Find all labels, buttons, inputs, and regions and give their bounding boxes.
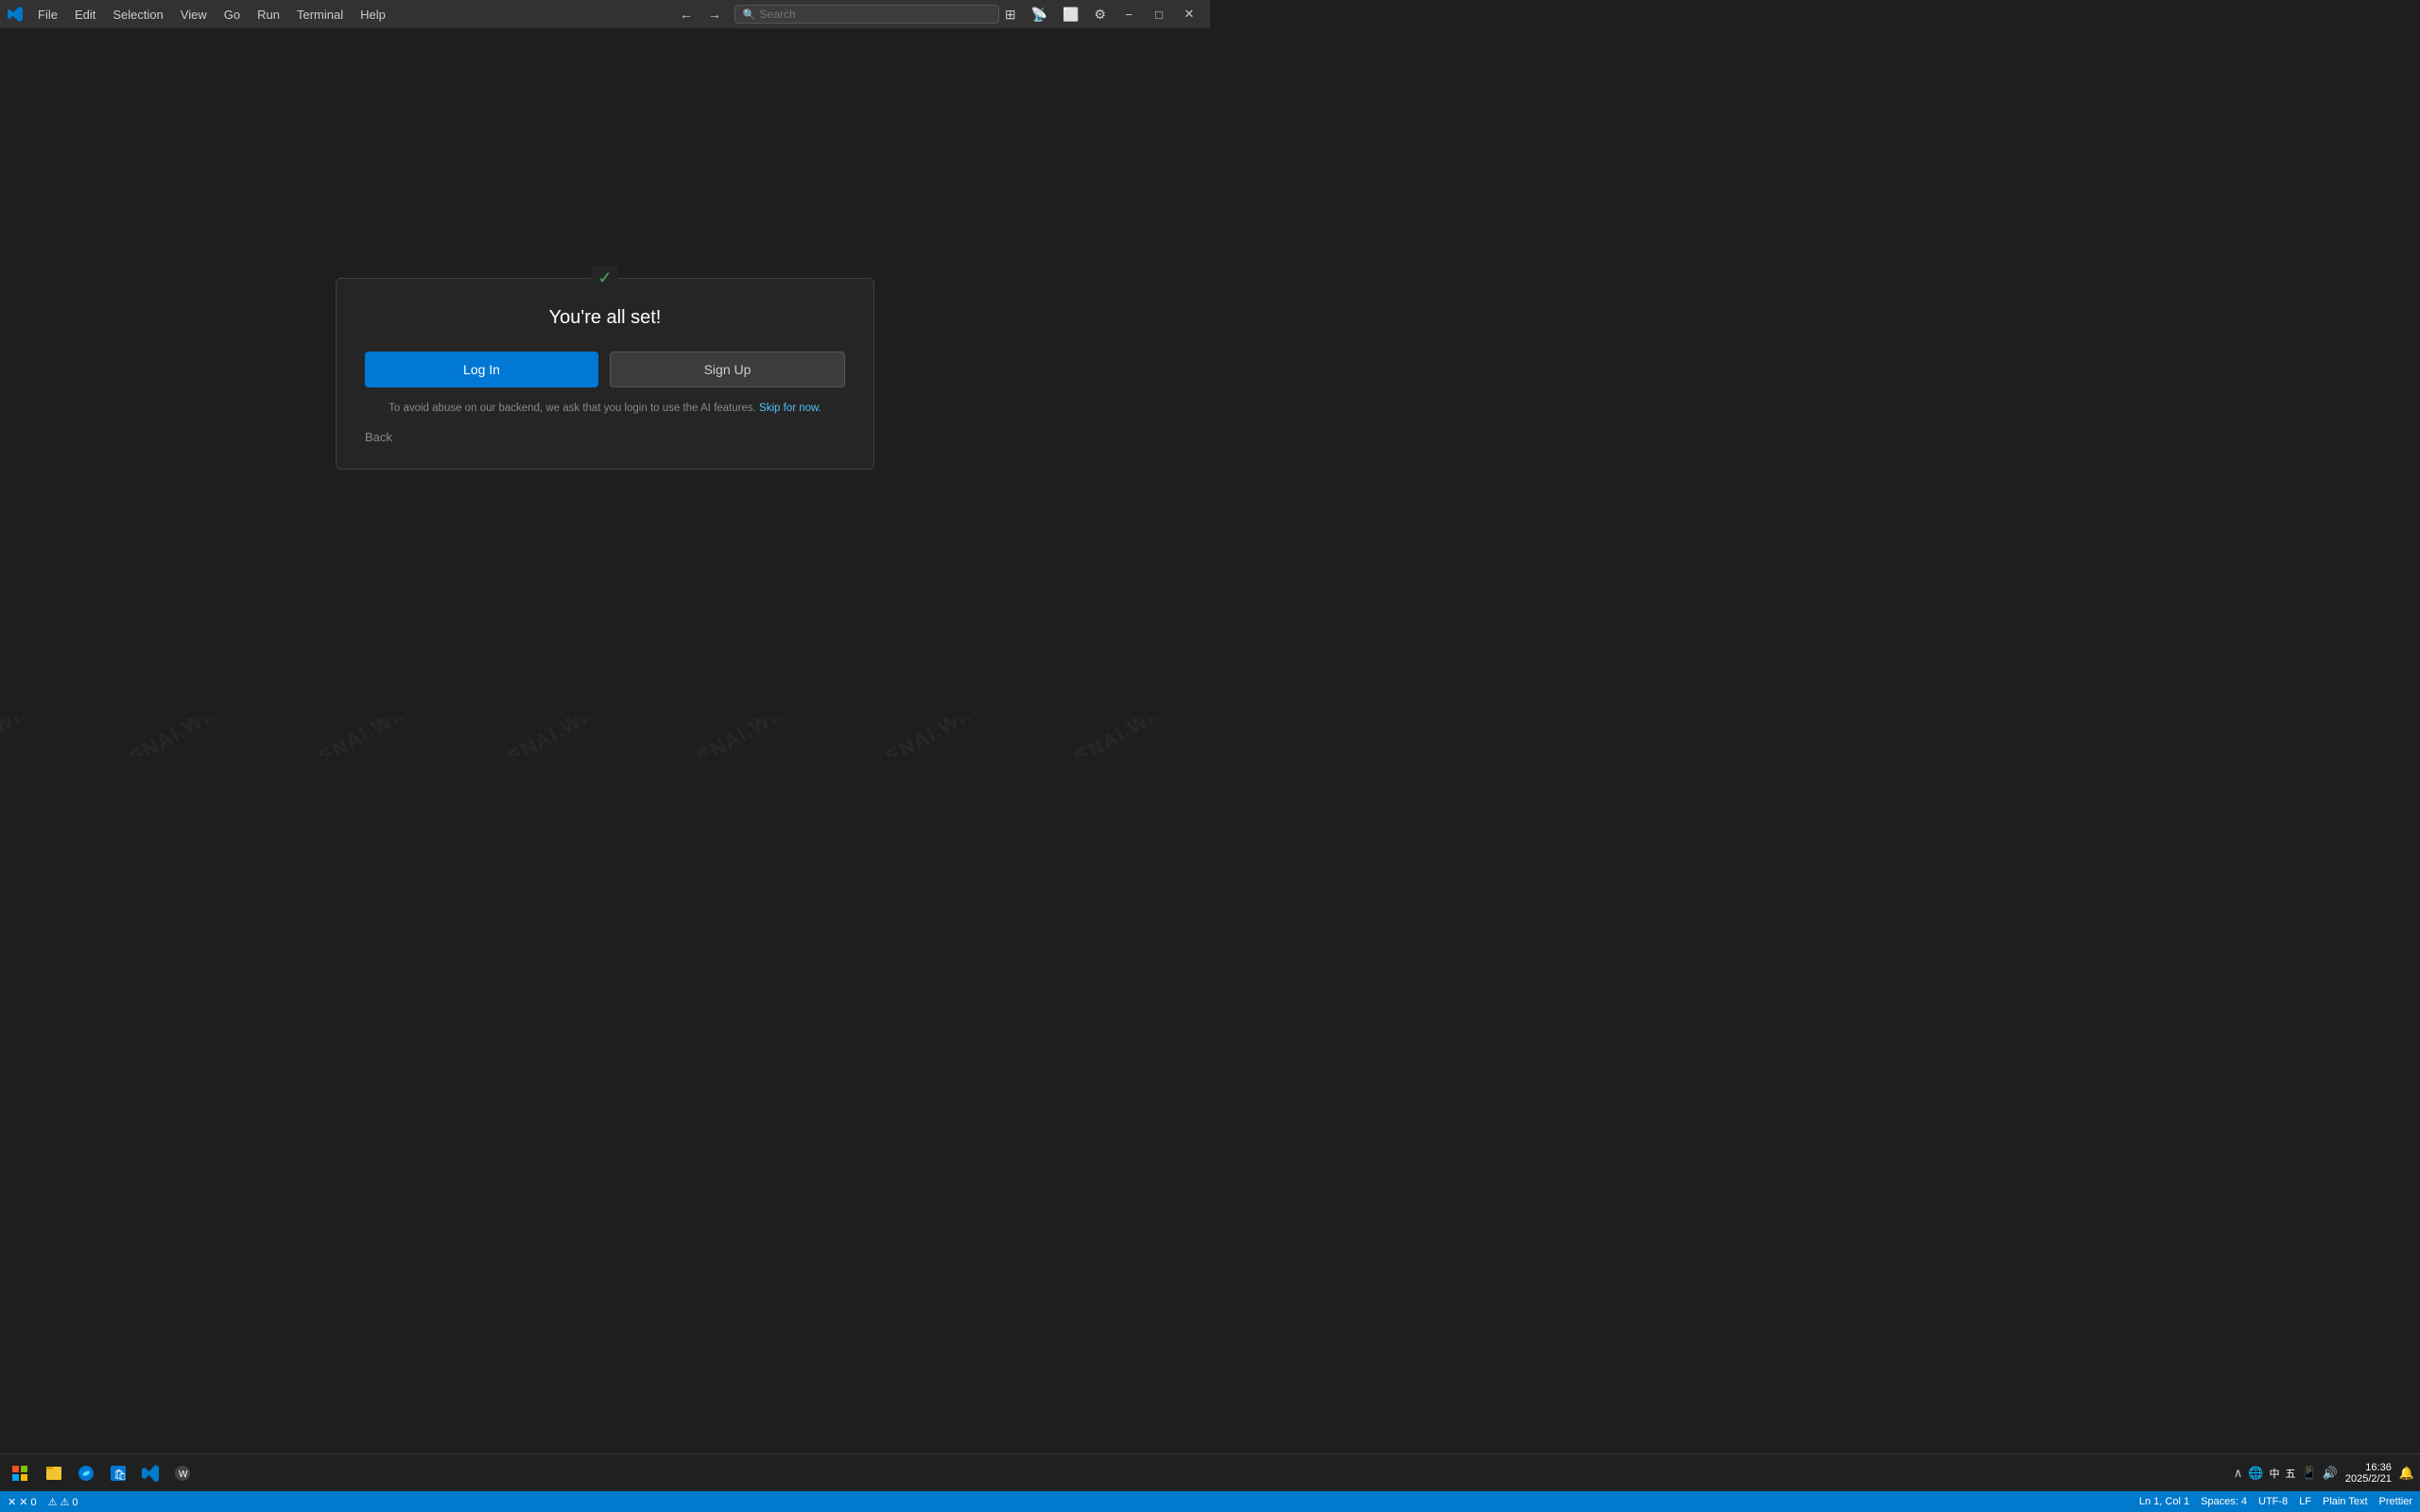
warning-icon: ⚠ — [48, 1496, 58, 1508]
menu-view[interactable]: View — [173, 6, 215, 24]
menu-terminal[interactable]: Terminal — [289, 6, 351, 24]
nav-back-icon[interactable]: ← — [674, 4, 699, 25]
menu-bar: File Edit Selection View Go Run Terminal… — [30, 6, 674, 24]
status-error[interactable]: ✕ ✕ 0 — [8, 1496, 37, 1508]
split-icon[interactable]: ⬜ — [1057, 4, 1084, 26]
keyboard-icon[interactable]: 五 — [2286, 1466, 2296, 1481]
signup-button[interactable]: Sign Up — [610, 352, 845, 387]
status-language[interactable]: Plain Text — [2323, 1496, 2368, 1507]
lang-icon[interactable]: 中 — [2270, 1466, 2280, 1481]
taskbar: 🛍 W ∧ 🌐 中 五 📱 🔊 16:36 2025/2/21 🔔 — [0, 1453, 2420, 1491]
tablet-icon[interactable]: 📱 — [2302, 1466, 2317, 1481]
menu-selection[interactable]: Selection — [105, 6, 170, 24]
dialog-title: You're all set! — [365, 307, 845, 329]
svg-text:🛍: 🛍 — [113, 1469, 127, 1481]
error-icon: ✕ — [8, 1496, 16, 1508]
status-bar: ✕ ✕ 0 ⚠ ⚠ 0 Ln 1, Col 1 Spaces: 4 UTF-8 … — [0, 1491, 2420, 1512]
start-button[interactable] — [6, 1459, 34, 1487]
notification-icon[interactable]: 🔔 — [2399, 1466, 2414, 1481]
search-bar[interactable]: 🔍 — [735, 5, 999, 24]
volume-icon[interactable]: 🔊 — [2323, 1466, 2338, 1481]
status-position[interactable]: Ln 1, Col 1 — [2139, 1496, 2189, 1507]
status-warning[interactable]: ⚠ ⚠ 0 — [48, 1496, 78, 1508]
title-bar: File Edit Selection View Go Run Terminal… — [0, 0, 1210, 28]
dialog-note: To avoid abuse on our backend, we ask th… — [365, 403, 845, 414]
menu-go[interactable]: Go — [216, 6, 248, 24]
sys-tray-icons: ∧ 🌐 中 五 📱 🔊 — [2234, 1466, 2338, 1481]
login-button[interactable]: Log In — [365, 352, 598, 387]
status-formatter[interactable]: Prettier — [2379, 1496, 2412, 1507]
chevron-up-icon[interactable]: ∧ — [2234, 1466, 2243, 1481]
checkmark-area: ✓ — [592, 266, 618, 292]
taskbar-winget[interactable]: W — [168, 1459, 197, 1487]
dialog-buttons: Log In Sign Up — [365, 352, 845, 387]
network-icon[interactable]: 🌐 — [2248, 1466, 2263, 1481]
taskbar-vscode[interactable] — [136, 1459, 164, 1487]
search-icon: 🔍 — [743, 9, 756, 21]
nav-forward-icon[interactable]: → — [702, 4, 727, 25]
main-area: ✓ You're all set! Log In Sign Up To avoi… — [0, 28, 1210, 718]
menu-edit[interactable]: Edit — [67, 6, 103, 24]
svg-text:W: W — [179, 1469, 188, 1480]
taskbar-explorer[interactable] — [40, 1459, 68, 1487]
close-button[interactable]: ✕ — [1176, 5, 1202, 24]
taskbar-clock[interactable]: 16:36 2025/2/21 — [2345, 1462, 2392, 1485]
nav-arrows: ← → — [674, 4, 727, 25]
status-spaces[interactable]: Spaces: 4 — [2201, 1496, 2247, 1507]
status-eol[interactable]: LF — [2299, 1496, 2311, 1507]
app-logo — [8, 7, 23, 22]
status-right: Ln 1, Col 1 Spaces: 4 UTF-8 LF Plain Tex… — [2139, 1496, 2412, 1507]
menu-file[interactable]: File — [30, 6, 65, 24]
taskbar-edge[interactable] — [72, 1459, 100, 1487]
menu-run[interactable]: Run — [250, 6, 287, 24]
skip-link[interactable]: Skip for now. — [759, 403, 821, 414]
broadcast-icon[interactable]: 📡 — [1026, 4, 1053, 26]
maximize-button[interactable]: □ — [1146, 5, 1172, 24]
login-dialog: ✓ You're all set! Log In Sign Up To avoi… — [336, 278, 874, 470]
minimize-button[interactable]: − — [1115, 5, 1142, 24]
settings-icon[interactable]: ⚙ — [1088, 4, 1112, 26]
search-input[interactable] — [760, 8, 991, 21]
layout-icon[interactable]: ⊞ — [999, 4, 1022, 26]
checkmark-icon: ✓ — [597, 268, 612, 288]
taskbar-right: ∧ 🌐 中 五 📱 🔊 16:36 2025/2/21 🔔 — [2234, 1462, 2414, 1485]
back-link[interactable]: Back — [365, 430, 392, 444]
title-bar-controls: ⊞ 📡 ⬜ ⚙ − □ ✕ — [999, 4, 1202, 26]
status-encoding[interactable]: UTF-8 — [2258, 1496, 2288, 1507]
menu-help[interactable]: Help — [353, 6, 393, 24]
taskbar-store[interactable]: 🛍 — [104, 1459, 132, 1487]
